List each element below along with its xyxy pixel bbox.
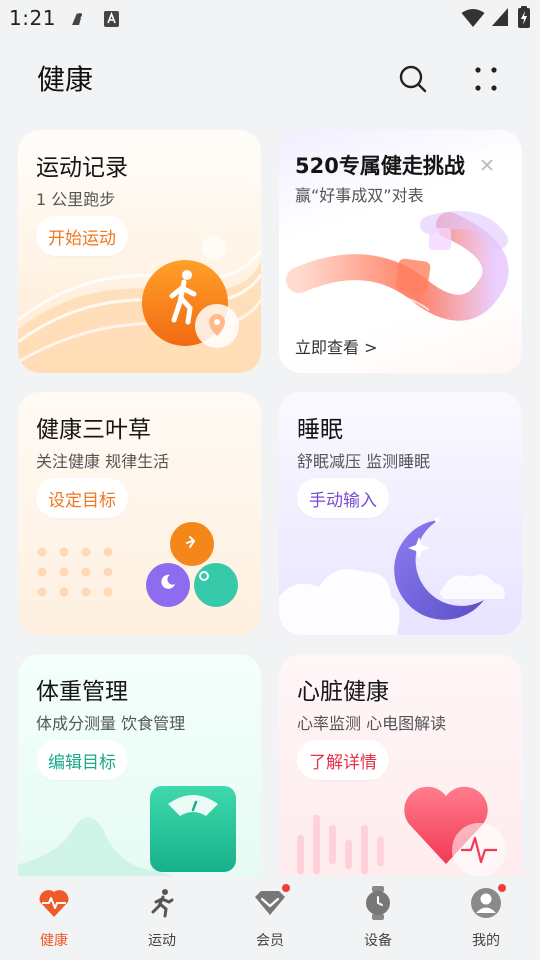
health-clover-icon	[146, 522, 238, 607]
nav-label: 我的	[472, 933, 500, 949]
card-health-clover[interactable]: 健康三叶草 关注健康 规律生活 设定目标	[18, 392, 261, 635]
grid-dots-icon	[475, 67, 497, 91]
battery-charging-icon	[518, 6, 530, 32]
status-bar: 1:21	[0, 0, 540, 40]
card-subtitle: 赢“好事成双”对表	[295, 186, 424, 205]
person-icon	[469, 883, 507, 920]
nav-item-membership[interactable]: 会员	[216, 883, 324, 956]
card-walking-challenge[interactable]: 520专属健走挑战 赢“好事成双”对表 立即查看 >	[279, 130, 522, 373]
edit-goal-button[interactable]: 编辑目标	[36, 740, 128, 780]
bottom-navigation: 健康 运动 会员 设备 我的	[0, 876, 540, 960]
notification-app-icon	[68, 10, 86, 32]
card-weight-management[interactable]: 体重管理 体成分测量 饮食管理 编辑目标	[18, 654, 261, 876]
diamond-icon	[253, 883, 291, 920]
health-app-home: 1:21 健康 运动记录 1 公里跑步 开始运动 520专属健走挑战 赢“好事成…	[0, 0, 540, 960]
status-time: 1:21	[9, 6, 56, 30]
view-now-link[interactable]: 立即查看 >	[295, 334, 378, 358]
card-subtitle: 体成分测量 饮食管理	[36, 714, 186, 733]
cellular-signal-icon	[491, 7, 509, 31]
nav-item-devices[interactable]: 设备	[324, 886, 432, 956]
close-promo-button[interactable]	[472, 150, 502, 180]
scale-icon	[150, 786, 236, 872]
nav-item-profile[interactable]: 我的	[432, 883, 540, 956]
page-title: 健康	[37, 63, 94, 96]
card-title: 健康三叶草	[36, 417, 151, 443]
start-sport-button[interactable]: 开始运动	[36, 216, 128, 256]
runner-badge-icon	[142, 260, 239, 348]
more-options-button[interactable]	[469, 62, 503, 96]
nav-item-sport[interactable]: 运动	[108, 886, 216, 956]
nav-label: 设备	[364, 933, 392, 949]
nav-label: 会员	[256, 933, 284, 949]
search-icon	[399, 65, 427, 93]
search-button[interactable]	[396, 62, 430, 96]
wifi-icon	[461, 8, 485, 32]
runner-icon	[145, 886, 179, 920]
nav-label: 运动	[148, 933, 176, 949]
card-sleep[interactable]: 睡眠 舒眠减压 监测睡眠 手动输入	[279, 392, 522, 635]
card-heart-health[interactable]: 心脏健康 心率监测 心电图解读 了解详情	[279, 654, 522, 876]
watch-icon	[361, 886, 395, 920]
heart-pulse-icon	[37, 886, 71, 920]
card-subtitle: 舒眠减压 监测睡眠	[297, 452, 431, 471]
card-title: 睡眠	[297, 417, 343, 443]
nav-item-health[interactable]: 健康	[0, 886, 108, 956]
notification-badge	[281, 883, 291, 893]
font-notification-icon	[103, 10, 120, 32]
card-sport-record[interactable]: 运动记录 1 公里跑步 开始运动	[18, 130, 261, 373]
heart-ecg-icon	[404, 786, 506, 876]
card-subtitle: 关注健康 规律生活	[36, 452, 170, 471]
card-subtitle: 心率监测 心电图解读	[297, 714, 447, 733]
card-title: 运动记录	[36, 155, 128, 181]
card-title: 心脏健康	[297, 679, 389, 705]
card-subtitle: 1 公里跑步	[36, 190, 116, 209]
manual-input-button[interactable]: 手动输入	[297, 478, 389, 518]
nav-label: 健康	[40, 933, 68, 949]
header: 健康	[0, 52, 540, 104]
close-icon	[481, 159, 493, 171]
card-title: 520专属健走挑战	[295, 154, 465, 178]
card-title: 体重管理	[36, 679, 128, 705]
learn-more-button[interactable]: 了解详情	[297, 740, 389, 780]
notification-badge	[497, 883, 507, 893]
set-goal-button[interactable]: 设定目标	[36, 478, 128, 518]
